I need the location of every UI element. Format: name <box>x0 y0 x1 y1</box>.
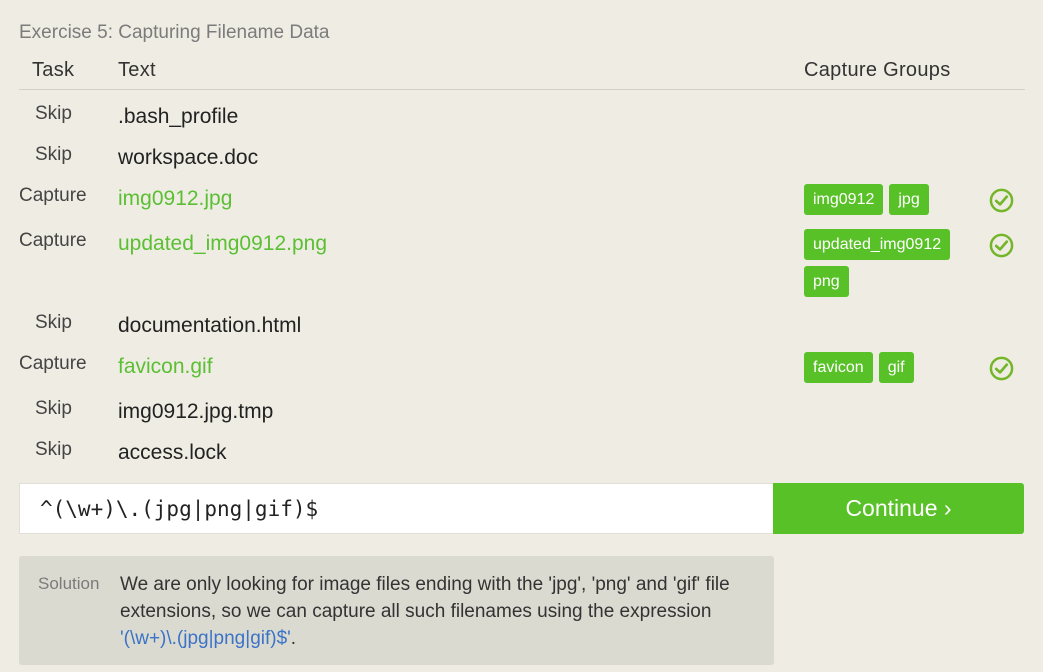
row-text: workspace.doc <box>118 146 259 169</box>
row-text: .bash_profile <box>118 105 239 128</box>
row-text: img0912.jpg.tmp <box>118 400 274 423</box>
row-text: img0912.jpg <box>118 187 233 210</box>
task-label: Skip <box>35 398 72 419</box>
capture-group-tag: img0912 <box>804 184 884 215</box>
column-header-capture-groups: Capture Groups <box>804 59 951 81</box>
task-label: Skip <box>35 312 72 333</box>
solution-expression: '(\w+)\.(jpg|png|gif)$' <box>120 628 291 649</box>
task-label: Capture <box>19 185 87 206</box>
regex-input[interactable] <box>19 483 773 534</box>
capture-groups: img0912 jpg <box>804 184 969 215</box>
row-text: documentation.html <box>118 314 302 337</box>
task-label: Capture <box>19 230 87 251</box>
capture-groups: updated_img0912 png <box>804 229 969 297</box>
task-label: Skip <box>35 144 72 165</box>
capture-group-tag: favicon <box>804 352 873 383</box>
solution-box: Solution We are only looking for image f… <box>19 556 774 665</box>
solution-description: We are only looking for image files endi… <box>120 574 730 622</box>
solution-suffix: . <box>290 628 297 649</box>
column-header-text: Text <box>118 59 156 81</box>
table-header: Task Text Capture Groups <box>19 56 1025 90</box>
check-circle-icon <box>989 233 1014 258</box>
task-label: Skip <box>35 103 72 124</box>
solution-label: Solution <box>38 574 100 593</box>
exercise-title: Exercise 5: Capturing Filename Data <box>19 22 330 43</box>
capture-group-tag: jpg <box>889 184 929 215</box>
capture-group-tag: gif <box>878 352 914 383</box>
row-text: favicon.gif <box>118 355 213 378</box>
continue-button[interactable]: Continue › <box>773 483 1024 534</box>
row-text: access.lock <box>118 441 227 464</box>
check-circle-icon <box>989 356 1014 381</box>
capture-groups: favicon gif <box>804 352 969 383</box>
check-circle-icon <box>989 188 1014 213</box>
capture-group-tag: updated_img0912 <box>804 229 951 260</box>
task-label: Capture <box>19 353 87 374</box>
row-text: updated_img0912.png <box>118 232 328 255</box>
column-header-task: Task <box>32 59 75 81</box>
capture-group-tag: png <box>804 266 849 297</box>
solution-text: We are only looking for image files endi… <box>120 571 760 652</box>
task-label: Skip <box>35 439 72 460</box>
